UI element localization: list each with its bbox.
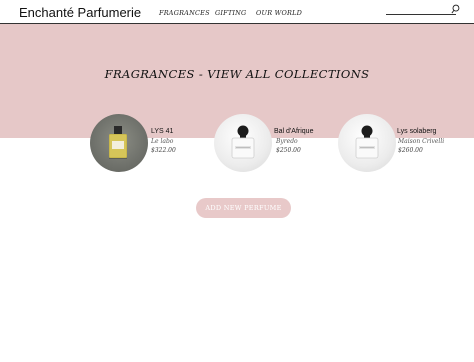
top-header: Enchanté Parfumerie FRAGRANCES GIFTING O… — [0, 0, 474, 24]
product-brand: Le labo — [151, 138, 174, 145]
add-new-perfume-button[interactable]: ADD NEW PERFUME — [196, 198, 291, 218]
product-image[interactable] — [90, 114, 148, 172]
nav-item-fragrances[interactable]: FRAGRANCES — [159, 9, 210, 17]
product-name[interactable]: Lys solaberg — [397, 128, 436, 135]
product-image[interactable] — [338, 114, 396, 172]
page-title: FRAGRANCES - VIEW ALL COLLECTIONS — [104, 67, 370, 81]
product-price: $322.00 — [151, 147, 176, 154]
brand-logo[interactable]: Enchanté Parfumerie — [19, 5, 141, 20]
product-card[interactable]: LYS 41 Le labo $322.00 — [90, 114, 210, 174]
nav-item-our-world[interactable]: OUR WORLD — [256, 9, 302, 17]
search-icon[interactable] — [451, 4, 460, 14]
product-price: $260.00 — [398, 147, 423, 154]
product-name[interactable]: LYS 41 — [151, 128, 173, 135]
perfume-bottle-icon — [231, 125, 255, 159]
product-card[interactable]: Bal d'Afrique Byredo $250.00 — [214, 114, 334, 174]
nav-item-gifting[interactable]: GIFTING — [215, 9, 246, 17]
product-price: $250.00 — [276, 147, 301, 154]
perfume-bottle-icon — [355, 125, 379, 159]
product-card[interactable]: Lys solaberg Maison Crivelli $260.00 — [338, 114, 458, 174]
product-brand: Byredo — [276, 138, 298, 145]
perfume-bottle-icon — [109, 126, 127, 159]
product-name[interactable]: Bal d'Afrique — [274, 128, 313, 135]
search-input[interactable] — [386, 14, 456, 15]
product-brand: Maison Crivelli — [398, 138, 445, 145]
product-image[interactable] — [214, 114, 272, 172]
